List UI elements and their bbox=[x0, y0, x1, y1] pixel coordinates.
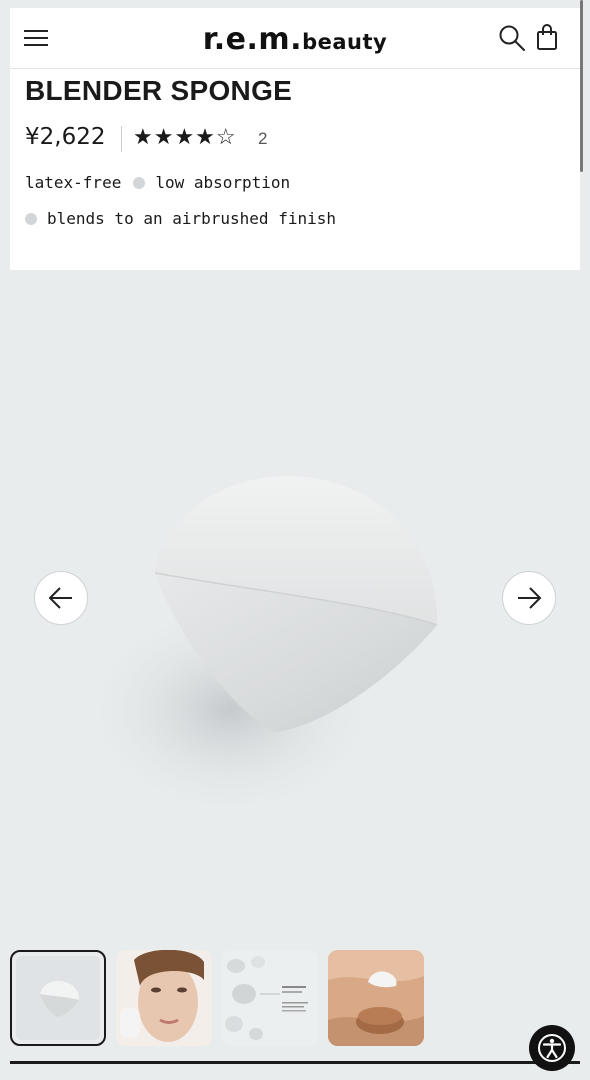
accessibility-icon bbox=[538, 1034, 566, 1062]
page-scrollbar[interactable] bbox=[580, 0, 583, 172]
product-price: ¥2,622 bbox=[25, 124, 106, 150]
tag-separator-dot bbox=[133, 177, 146, 189]
thumbnail-4[interactable] bbox=[328, 950, 424, 1046]
product-tags-row-1: latex-free low absorption bbox=[25, 173, 290, 192]
thumbnail-sponge-foundation-image bbox=[328, 950, 424, 1046]
tag-latex-free: latex-free bbox=[25, 173, 122, 192]
review-count[interactable]: 2 bbox=[258, 129, 267, 149]
shopping-bag-icon[interactable] bbox=[535, 23, 559, 51]
accessibility-button[interactable] bbox=[529, 1025, 575, 1071]
search-icon[interactable] bbox=[498, 24, 526, 52]
price-divider bbox=[121, 126, 122, 152]
tag-blends-finish: blends to an airbrushed finish bbox=[47, 209, 336, 228]
product-tags-row-2: blends to an airbrushed finish bbox=[25, 209, 336, 228]
product-info-panel: BLENDER SPONGE ¥2,622 ★★★★☆ 2 latex-free… bbox=[10, 69, 580, 270]
gallery-progress-bar bbox=[10, 1061, 580, 1064]
tag-low-absorption: low absorption bbox=[155, 173, 291, 192]
previous-image-button[interactable] bbox=[34, 571, 88, 625]
product-image-sponge[interactable] bbox=[0, 270, 590, 940]
thumbnail-3[interactable] bbox=[222, 950, 318, 1046]
brand-logo[interactable]: r.e.m.beauty bbox=[10, 22, 580, 57]
thumbnail-model-face-image bbox=[116, 950, 212, 1046]
star-rating[interactable]: ★★★★☆ bbox=[133, 124, 237, 150]
thumbnail-1[interactable] bbox=[10, 950, 106, 1046]
arrow-right-icon bbox=[518, 587, 542, 609]
thumbnail-sponge-infographic-image bbox=[222, 950, 318, 1046]
next-image-button[interactable] bbox=[502, 571, 556, 625]
product-title: BLENDER SPONGE bbox=[25, 75, 293, 106]
thumbnail-sponge-image bbox=[40, 980, 80, 1017]
site-header: r.e.m.beauty bbox=[10, 8, 580, 69]
arrow-left-icon bbox=[48, 587, 72, 609]
tag-separator-dot bbox=[25, 213, 37, 225]
thumbnail-2[interactable] bbox=[116, 950, 212, 1046]
